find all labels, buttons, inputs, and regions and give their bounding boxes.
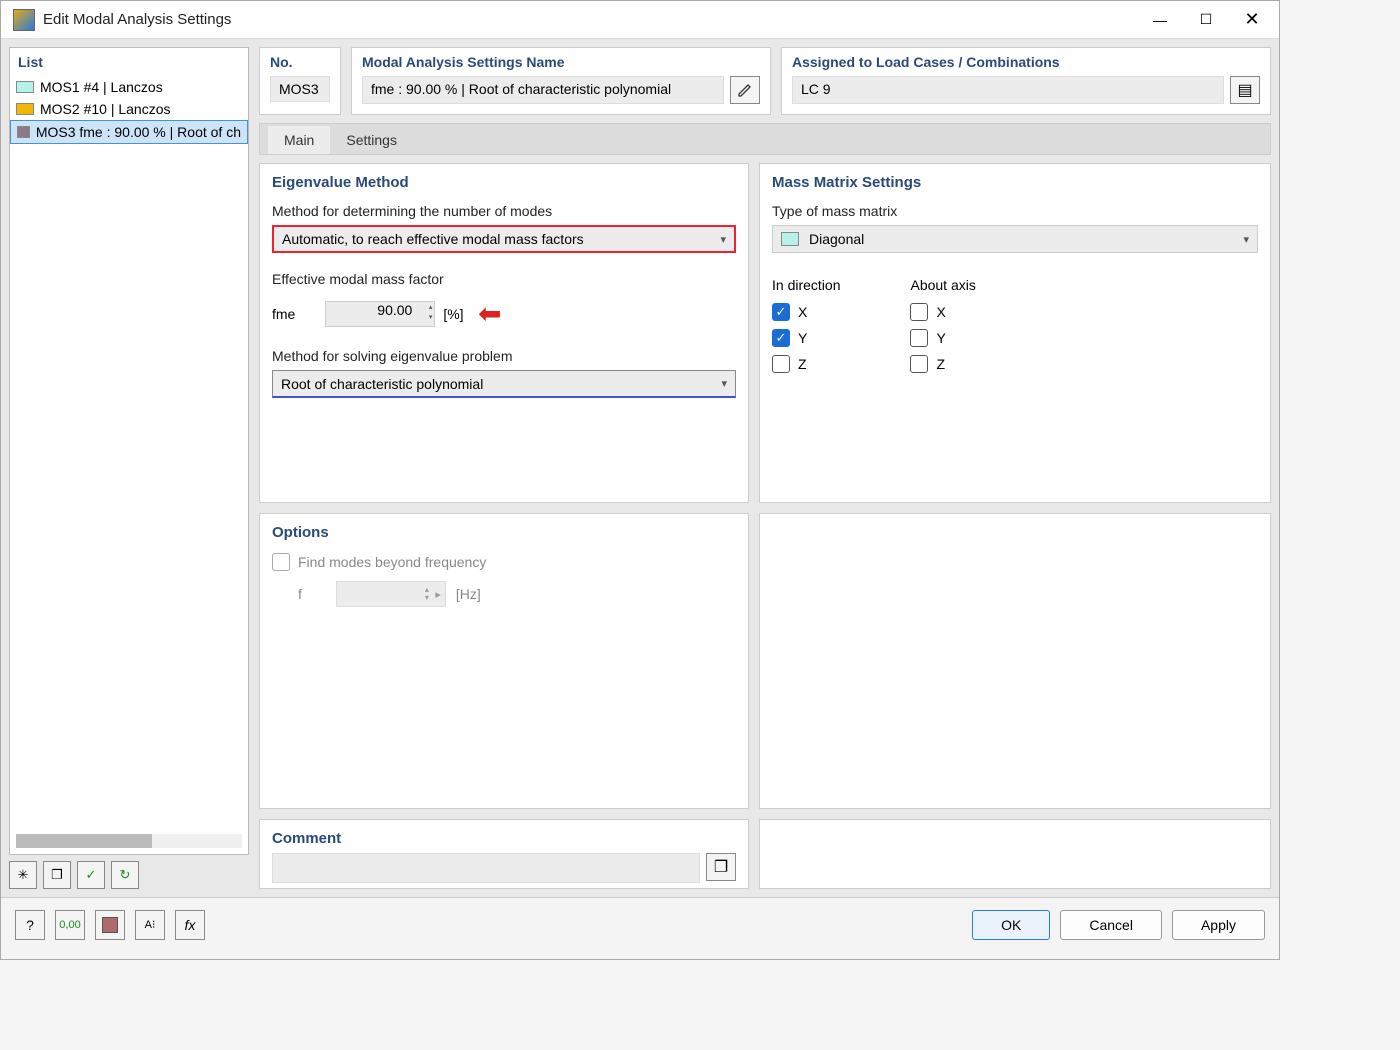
solve-value: Root of characteristic polynomial	[281, 376, 483, 392]
fme-input[interactable]: 90.00 ▴▾	[325, 301, 435, 327]
name-card: Modal Analysis Settings Name fme : 90.00…	[351, 47, 771, 115]
z-label: Z	[936, 356, 945, 372]
assigned-input[interactable]: LC 9	[792, 76, 1224, 104]
z-label: Z	[798, 356, 807, 372]
axis-x-checkbox[interactable]	[910, 303, 928, 321]
minimize-button[interactable]: —	[1137, 3, 1183, 37]
y-label: Y	[798, 330, 807, 346]
tab-settings[interactable]: Settings	[330, 126, 413, 154]
dir-y-checkbox[interactable]: ✓	[772, 329, 790, 347]
bottom-bar: ? 0,00 A⁝ fx OK Cancel Apply	[1, 897, 1279, 951]
x-label: X	[798, 304, 807, 320]
app-icon	[13, 9, 35, 31]
no-label: No.	[270, 54, 330, 70]
list-item[interactable]: MOS2 #10 | Lanczos	[10, 98, 248, 120]
title-bar: Edit Modal Analysis Settings — ☐ ✕	[1, 1, 1279, 39]
list-item[interactable]: MOS1 #4 | Lanczos	[10, 76, 248, 98]
find-modes-checkbox[interactable]	[272, 553, 290, 571]
chevron-down-icon: ▾	[720, 233, 726, 246]
empty-bottom-panel	[759, 819, 1271, 889]
solve-select[interactable]: Root of characteristic polynomial ▾	[272, 370, 736, 398]
chevron-down-icon: ▾	[1243, 233, 1249, 246]
color-button[interactable]	[95, 910, 125, 940]
axis-z-checkbox[interactable]	[910, 355, 928, 373]
horizontal-scrollbar[interactable]	[16, 834, 242, 848]
mass-type-select[interactable]: Diagonal ▾	[772, 225, 1258, 253]
name-label: Modal Analysis Settings Name	[362, 54, 760, 70]
x-label: X	[936, 304, 945, 320]
list-item-label: MOS3 fme : 90.00 % | Root of ch	[36, 124, 241, 140]
eigenvalue-title: Eigenvalue Method	[272, 174, 736, 191]
mass-type-value: Diagonal	[809, 231, 1233, 247]
solve-label: Method for solving eigenvalue problem	[272, 348, 736, 364]
ok-button[interactable]: OK	[972, 910, 1050, 940]
mass-matrix-panel: Mass Matrix Settings Type of mass matrix…	[759, 163, 1271, 503]
eigenvalue-panel: Eigenvalue Method Method for determining…	[259, 163, 749, 503]
axis-label: About axis	[910, 277, 975, 293]
fme-value: 90.00	[377, 302, 412, 318]
name-input[interactable]: fme : 90.00 % | Root of characteristic p…	[362, 76, 724, 104]
no-card: No. MOS3	[259, 47, 341, 115]
dir-x-checkbox[interactable]: ✓	[772, 303, 790, 321]
f-input: ▴▾ ▸	[336, 581, 446, 607]
color-swatch	[17, 126, 30, 138]
spinner-icon[interactable]: ▴▾	[418, 303, 432, 323]
empty-panel	[759, 513, 1271, 809]
refresh-check-button[interactable]: ↻	[111, 861, 139, 889]
list-header: List	[10, 48, 248, 76]
method-modes-value: Automatic, to reach effective modal mass…	[282, 231, 584, 247]
color-swatch	[16, 81, 34, 93]
list-item-selected[interactable]: MOS3 fme : 90.00 % | Root of ch	[10, 120, 248, 144]
spinner-icon: ▴▾	[425, 586, 429, 602]
direction-label: In direction	[772, 277, 840, 293]
method-modes-select[interactable]: Automatic, to reach effective modal mass…	[272, 225, 736, 253]
comment-panel: Comment ❐	[259, 819, 749, 889]
check-button[interactable]: ✓	[77, 861, 105, 889]
mass-type-label: Type of mass matrix	[772, 203, 1258, 219]
color-swatch	[16, 103, 34, 115]
edit-name-button[interactable]	[730, 76, 760, 104]
y-label: Y	[936, 330, 945, 346]
fx-button[interactable]: fx	[175, 910, 205, 940]
fme-symbol: fme	[272, 306, 295, 322]
units-button[interactable]: 0,00	[55, 910, 85, 940]
fme-unit: [%]	[443, 306, 463, 322]
apply-button[interactable]: Apply	[1172, 910, 1265, 940]
window-title: Edit Modal Analysis Settings	[43, 11, 1137, 28]
f-unit: [Hz]	[456, 586, 481, 602]
options-title: Options	[272, 524, 736, 541]
mass-title: Mass Matrix Settings	[772, 174, 1258, 191]
list-item-label: MOS2 #10 | Lanczos	[40, 101, 170, 117]
picker-icon: ▸	[435, 588, 441, 601]
method-modes-label: Method for determining the number of mod…	[272, 203, 736, 219]
comment-input[interactable]	[272, 853, 700, 883]
color-swatch	[781, 232, 799, 246]
options-panel: Options Find modes beyond frequency f ▴▾…	[259, 513, 749, 809]
cancel-button[interactable]: Cancel	[1060, 910, 1162, 940]
tab-main[interactable]: Main	[268, 126, 330, 154]
new-item-button[interactable]: ✳	[9, 861, 37, 889]
help-button[interactable]: ?	[15, 910, 45, 940]
assigned-card: Assigned to Load Cases / Combinations LC…	[781, 47, 1271, 115]
chevron-down-icon: ▾	[721, 377, 727, 390]
list-panel: List MOS1 #4 | Lanczos MOS2 #10 | Lanczo…	[9, 47, 249, 855]
pencil-icon	[737, 82, 753, 98]
no-value: MOS3	[270, 76, 330, 102]
axis-y-checkbox[interactable]	[910, 329, 928, 347]
f-symbol: f	[298, 586, 302, 602]
close-button[interactable]: ✕	[1229, 3, 1275, 37]
comment-picker-button[interactable]: ❐	[706, 853, 736, 881]
emm-label: Effective modal mass factor	[272, 271, 736, 287]
assigned-picker-button[interactable]: ▤	[1230, 76, 1260, 104]
maximize-button[interactable]: ☐	[1183, 3, 1229, 37]
tab-bar: Main Settings	[259, 123, 1271, 155]
find-modes-label: Find modes beyond frequency	[298, 554, 486, 570]
dir-z-checkbox[interactable]	[772, 355, 790, 373]
assigned-label: Assigned to Load Cases / Combinations	[792, 54, 1260, 70]
text-settings-button[interactable]: A⁝	[135, 910, 165, 940]
list-item-label: MOS1 #4 | Lanczos	[40, 79, 163, 95]
annotation-arrow-icon: ➡	[478, 297, 501, 330]
copy-item-button[interactable]: ❐	[43, 861, 71, 889]
comment-title: Comment	[272, 830, 736, 847]
